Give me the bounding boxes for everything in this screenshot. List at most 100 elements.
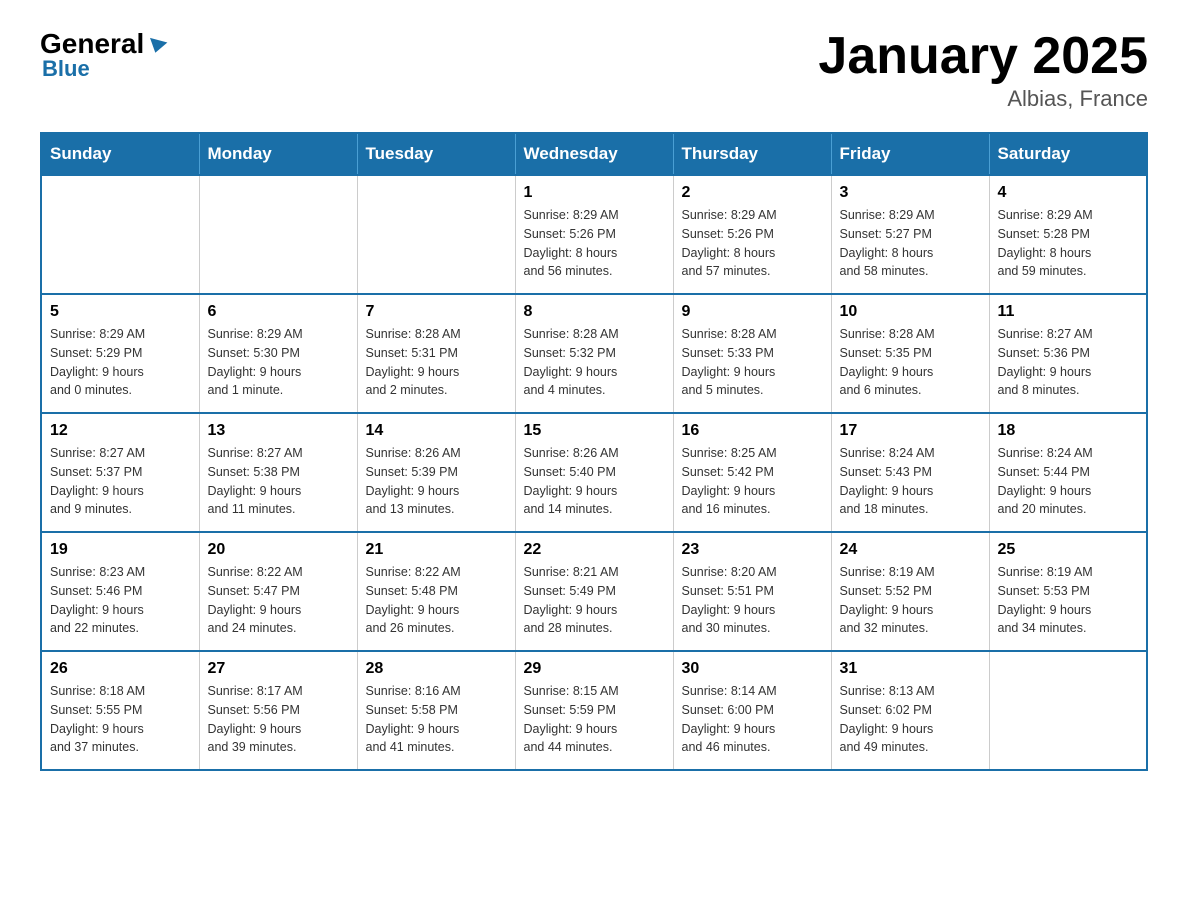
day-number: 10 — [840, 303, 981, 321]
calendar-empty-cell — [41, 175, 199, 294]
logo-triangle-icon — [147, 37, 168, 54]
calendar-day-30: 30 Sunrise: 8:14 AM Sunset: 6:00 PM Dayli… — [673, 651, 831, 770]
day-info: Sunrise: 8:26 AM Sunset: 5:40 PM Dayligh… — [524, 444, 665, 519]
calendar-day-26: 26Sunrise: 8:18 AM Sunset: 5:55 PM Dayli… — [41, 651, 199, 770]
calendar-day-20: 20Sunrise: 8:22 AM Sunset: 5:47 PM Dayli… — [199, 532, 357, 651]
day-info: Sunrise: 8:29 AM Sunset: 5:26 PM Dayligh… — [524, 206, 665, 281]
day-number: 4 — [998, 184, 1139, 202]
calendar-week-row: 1 Sunrise: 8:29 AM Sunset: 5:26 PM Daylig… — [41, 175, 1147, 294]
calendar-day-24: 24 Sunrise: 8:19 AM Sunset: 5:52 PM Dayli… — [831, 532, 989, 651]
title-block: January 2025 Albias, France — [818, 30, 1148, 112]
day-number: 7 — [366, 303, 507, 321]
weekday-header-row: SundayMondayTuesdayWednesdayThursdayFrid… — [41, 133, 1147, 175]
calendar-day-2: 2Sunrise: 8:29 AM Sunset: 5:26 PM Daylig… — [673, 175, 831, 294]
day-info: Sunrise: 8:29 AM Sunset: 5:30 PM Dayligh… — [208, 325, 349, 400]
day-number: 31 — [840, 660, 981, 678]
day-info: Sunrise: 8:13 AM Sunset: 6:02 PM Dayligh… — [840, 682, 981, 757]
day-info: Sunrise: 8:24 AM Sunset: 5:44 PM Dayligh… — [998, 444, 1139, 519]
calendar-day-18: 18 Sunrise: 8:24 AM Sunset: 5:44 PM Dayli… — [989, 413, 1147, 532]
day-info: Sunrise: 8:28 AM Sunset: 5:33 PM Dayligh… — [682, 325, 823, 400]
weekday-header-thursday: Thursday — [673, 133, 831, 175]
logo-blue-text: Blue — [42, 56, 90, 82]
calendar-day-21: 21Sunrise: 8:22 AM Sunset: 5:48 PM Dayli… — [357, 532, 515, 651]
weekday-header-saturday: Saturday — [989, 133, 1147, 175]
calendar-day-4: 4 Sunrise: 8:29 AM Sunset: 5:28 PM Daylig… — [989, 175, 1147, 294]
calendar-day-6: 6 Sunrise: 8:29 AM Sunset: 5:30 PM Daylig… — [199, 294, 357, 413]
day-info: Sunrise: 8:22 AM Sunset: 5:48 PM Dayligh… — [366, 563, 507, 638]
day-number: 28 — [366, 660, 507, 678]
calendar-day-22: 22 Sunrise: 8:21 AM Sunset: 5:49 PM Dayli… — [515, 532, 673, 651]
calendar-week-row: 5 Sunrise: 8:29 AM Sunset: 5:29 PM Daylig… — [41, 294, 1147, 413]
day-number: 11 — [998, 303, 1139, 321]
day-info: Sunrise: 8:15 AM Sunset: 5:59 PM Dayligh… — [524, 682, 665, 757]
day-info: Sunrise: 8:21 AM Sunset: 5:49 PM Dayligh… — [524, 563, 665, 638]
day-number: 16 — [682, 422, 823, 440]
day-number: 1 — [524, 184, 665, 202]
logo-general-text: General — [40, 30, 144, 58]
calendar-day-17: 17 Sunrise: 8:24 AM Sunset: 5:43 PM Dayli… — [831, 413, 989, 532]
day-number: 13 — [208, 422, 349, 440]
weekday-header-sunday: Sunday — [41, 133, 199, 175]
calendar-day-31: 31 Sunrise: 8:13 AM Sunset: 6:02 PM Dayli… — [831, 651, 989, 770]
day-number: 30 — [682, 660, 823, 678]
calendar-day-25: 25Sunrise: 8:19 AM Sunset: 5:53 PM Dayli… — [989, 532, 1147, 651]
day-number: 12 — [50, 422, 191, 440]
calendar-day-13: 13 Sunrise: 8:27 AM Sunset: 5:38 PM Dayli… — [199, 413, 357, 532]
day-info: Sunrise: 8:22 AM Sunset: 5:47 PM Dayligh… — [208, 563, 349, 638]
day-info: Sunrise: 8:27 AM Sunset: 5:36 PM Dayligh… — [998, 325, 1139, 400]
day-info: Sunrise: 8:28 AM Sunset: 5:35 PM Dayligh… — [840, 325, 981, 400]
day-info: Sunrise: 8:19 AM Sunset: 5:52 PM Dayligh… — [840, 563, 981, 638]
day-number: 22 — [524, 541, 665, 559]
day-info: Sunrise: 8:17 AM Sunset: 5:56 PM Dayligh… — [208, 682, 349, 757]
day-number: 5 — [50, 303, 191, 321]
day-info: Sunrise: 8:28 AM Sunset: 5:32 PM Dayligh… — [524, 325, 665, 400]
weekday-header-wednesday: Wednesday — [515, 133, 673, 175]
calendar-day-9: 9 Sunrise: 8:28 AM Sunset: 5:33 PM Daylig… — [673, 294, 831, 413]
weekday-header-friday: Friday — [831, 133, 989, 175]
calendar-empty-cell — [199, 175, 357, 294]
calendar-body: 1 Sunrise: 8:29 AM Sunset: 5:26 PM Daylig… — [41, 175, 1147, 770]
month-title: January 2025 — [818, 30, 1148, 82]
calendar-week-row: 26Sunrise: 8:18 AM Sunset: 5:55 PM Dayli… — [41, 651, 1147, 770]
day-number: 9 — [682, 303, 823, 321]
day-info: Sunrise: 8:29 AM Sunset: 5:29 PM Dayligh… — [50, 325, 191, 400]
day-number: 14 — [366, 422, 507, 440]
calendar-day-11: 11 Sunrise: 8:27 AM Sunset: 5:36 PM Dayli… — [989, 294, 1147, 413]
weekday-header-monday: Monday — [199, 133, 357, 175]
calendar-day-7: 7 Sunrise: 8:28 AM Sunset: 5:31 PM Daylig… — [357, 294, 515, 413]
day-number: 25 — [998, 541, 1139, 559]
day-number: 6 — [208, 303, 349, 321]
day-info: Sunrise: 8:23 AM Sunset: 5:46 PM Dayligh… — [50, 563, 191, 638]
day-info: Sunrise: 8:27 AM Sunset: 5:37 PM Dayligh… — [50, 444, 191, 519]
day-info: Sunrise: 8:14 AM Sunset: 6:00 PM Dayligh… — [682, 682, 823, 757]
day-info: Sunrise: 8:29 AM Sunset: 5:28 PM Dayligh… — [998, 206, 1139, 281]
calendar-day-15: 15Sunrise: 8:26 AM Sunset: 5:40 PM Dayli… — [515, 413, 673, 532]
calendar-day-23: 23Sunrise: 8:20 AM Sunset: 5:51 PM Dayli… — [673, 532, 831, 651]
day-number: 17 — [840, 422, 981, 440]
day-info: Sunrise: 8:16 AM Sunset: 5:58 PM Dayligh… — [366, 682, 507, 757]
calendar-day-3: 3Sunrise: 8:29 AM Sunset: 5:27 PM Daylig… — [831, 175, 989, 294]
calendar-day-19: 19 Sunrise: 8:23 AM Sunset: 5:46 PM Dayli… — [41, 532, 199, 651]
day-info: Sunrise: 8:28 AM Sunset: 5:31 PM Dayligh… — [366, 325, 507, 400]
calendar-empty-cell — [357, 175, 515, 294]
weekday-header-tuesday: Tuesday — [357, 133, 515, 175]
calendar-day-28: 28 Sunrise: 8:16 AM Sunset: 5:58 PM Dayli… — [357, 651, 515, 770]
calendar-day-5: 5 Sunrise: 8:29 AM Sunset: 5:29 PM Daylig… — [41, 294, 199, 413]
day-info: Sunrise: 8:24 AM Sunset: 5:43 PM Dayligh… — [840, 444, 981, 519]
day-number: 19 — [50, 541, 191, 559]
day-number: 24 — [840, 541, 981, 559]
day-info: Sunrise: 8:18 AM Sunset: 5:55 PM Dayligh… — [50, 682, 191, 757]
calendar-week-row: 19 Sunrise: 8:23 AM Sunset: 5:46 PM Dayli… — [41, 532, 1147, 651]
calendar-day-10: 10 Sunrise: 8:28 AM Sunset: 5:35 PM Dayli… — [831, 294, 989, 413]
day-info: Sunrise: 8:26 AM Sunset: 5:39 PM Dayligh… — [366, 444, 507, 519]
calendar-day-8: 8 Sunrise: 8:28 AM Sunset: 5:32 PM Daylig… — [515, 294, 673, 413]
calendar-week-row: 12 Sunrise: 8:27 AM Sunset: 5:37 PM Dayli… — [41, 413, 1147, 532]
page-header: General Blue January 2025 Albias, France — [40, 30, 1148, 112]
day-number: 8 — [524, 303, 665, 321]
calendar-day-14: 14 Sunrise: 8:26 AM Sunset: 5:39 PM Dayli… — [357, 413, 515, 532]
calendar-day-29: 29Sunrise: 8:15 AM Sunset: 5:59 PM Dayli… — [515, 651, 673, 770]
calendar-day-1: 1 Sunrise: 8:29 AM Sunset: 5:26 PM Daylig… — [515, 175, 673, 294]
calendar-day-12: 12 Sunrise: 8:27 AM Sunset: 5:37 PM Dayli… — [41, 413, 199, 532]
day-info: Sunrise: 8:27 AM Sunset: 5:38 PM Dayligh… — [208, 444, 349, 519]
day-number: 18 — [998, 422, 1139, 440]
